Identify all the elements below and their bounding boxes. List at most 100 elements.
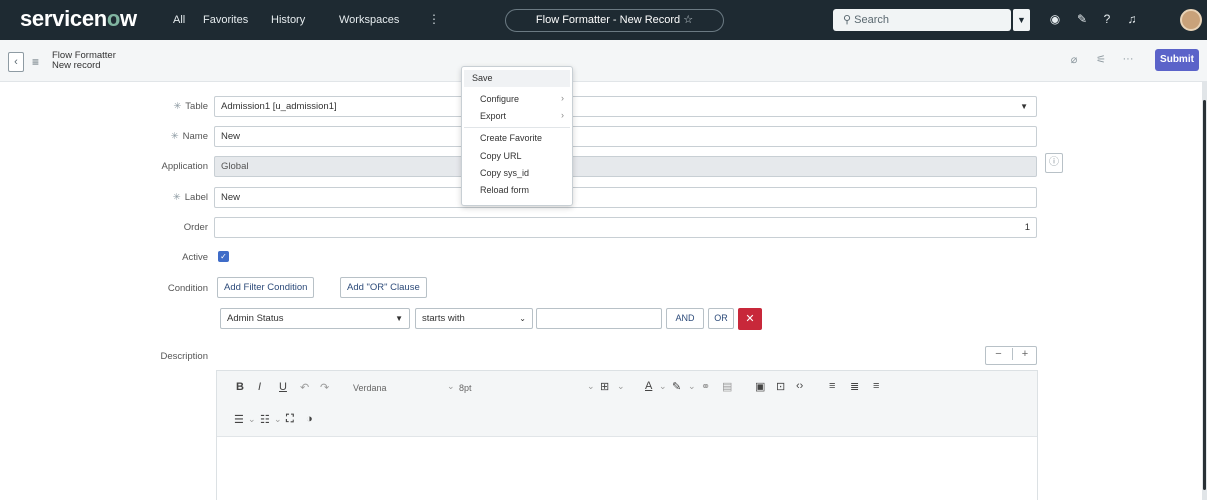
menu-item-create-favorite[interactable]: Create Favorite — [480, 133, 542, 143]
mandatory-icon: ✳ — [172, 192, 181, 203]
undo-icon[interactable]: ↶ — [300, 381, 309, 394]
font-family-select[interactable]: Verdana — [353, 383, 387, 393]
delete-condition-button[interactable]: ✕ — [738, 308, 762, 330]
add-or-clause-button[interactable]: Add "OR" Clause — [340, 277, 427, 298]
mandatory-icon: ✳ — [173, 101, 182, 112]
condition-row: Admin Status ▼ starts with ⌄ AND OR ✕ — [220, 308, 762, 332]
chevron-down-icon: ⌄ — [274, 414, 282, 424]
nav-more-button[interactable]: ⋮ — [428, 12, 440, 26]
align-center-icon[interactable]: ≣ — [850, 380, 859, 393]
chevron-down-icon: ▼ — [1020, 102, 1028, 111]
condition-value-input[interactable] — [536, 308, 662, 329]
condition-operator-select[interactable]: starts with ⌄ — [415, 308, 533, 329]
attachment-icon[interactable]: ⌀ — [1067, 53, 1081, 69]
submit-button[interactable]: Submit — [1155, 49, 1199, 71]
nav-all[interactable]: All — [173, 14, 185, 26]
label-label: ✳ Label — [172, 192, 208, 203]
active-checkbox[interactable]: ✓ — [218, 251, 229, 262]
back-button[interactable]: ‹ — [8, 52, 24, 72]
search-scope-dropdown[interactable]: ▼ — [1013, 9, 1030, 31]
link-icon[interactable]: ⚭ — [701, 380, 710, 393]
add-filter-condition-button[interactable]: Add Filter Condition — [217, 277, 315, 298]
menu-divider — [464, 127, 570, 128]
image-placeholder-icon[interactable]: ▤ — [722, 380, 732, 393]
chevron-down-icon: ⌄ — [519, 314, 526, 323]
editor-resize-controls: − + — [985, 346, 1037, 365]
menu-item-copy-sys-id[interactable]: Copy sys_id — [480, 168, 529, 178]
user-avatar[interactable] — [1180, 9, 1202, 31]
align-left-icon[interactable]: ≡ — [829, 380, 835, 392]
order-label: Order — [183, 222, 208, 233]
insert-media-icon[interactable]: ⊡ — [776, 380, 785, 393]
name-field[interactable]: New — [214, 126, 1037, 147]
chevron-down-icon: ⌄ — [587, 381, 595, 391]
menu-item-reload-form[interactable]: Reload form — [480, 185, 529, 195]
highlight-icon[interactable]: ✎ — [672, 380, 681, 393]
nav-workspaces[interactable]: Workspaces — [339, 14, 399, 26]
name-label: ✳ Name — [170, 131, 208, 142]
chat-icon[interactable]: ✎ — [1074, 11, 1090, 27]
underline-button[interactable]: U — [279, 381, 287, 393]
description-editor[interactable]: B I U ↶ ↷ Verdana ⌄ 8pt ⌄ ⊞ ⌄ A ⌄ ✎ ⌄ ⚭ … — [216, 370, 1038, 500]
condition-label: Condition — [167, 283, 208, 294]
fullscreen-icon[interactable]: ⛶ — [286, 413, 294, 426]
contrast-icon[interactable]: ◑ — [306, 413, 313, 425]
record-title: Flow Formatter - New Record — [535, 14, 681, 26]
mandatory-icon: ✳ — [170, 131, 179, 142]
form-context-menu: Save Configure › Export › Create Favorit… — [461, 66, 573, 206]
chevron-down-icon: ⌄ — [248, 414, 256, 424]
top-navigation-bar: servicenow All Favorites History Workspa… — [0, 0, 1207, 40]
source-code-icon[interactable]: ‹› — [796, 380, 803, 392]
application-field: Global — [214, 156, 1037, 177]
table-label: ✳ Table — [173, 101, 208, 112]
expand-button[interactable]: + — [1012, 348, 1037, 360]
menu-item-configure[interactable]: Configure — [480, 94, 519, 104]
chevron-down-icon: ⌄ — [447, 381, 455, 391]
editor-toolbar: B I U ↶ ↷ Verdana ⌄ 8pt ⌄ ⊞ ⌄ A ⌄ ✎ ⌄ ⚭ … — [217, 371, 1037, 437]
globe-icon[interactable]: ◉ — [1047, 11, 1063, 27]
form-header: ‹ ≡ Flow Formatter New record ⌀ ⚟ ··· Su… — [0, 40, 1207, 82]
chevron-right-icon: › — [561, 110, 564, 120]
form-context-menu-button[interactable]: ≡ — [32, 52, 46, 72]
record-title-pill[interactable]: Flow Formatter - New Record ☆ — [505, 9, 724, 32]
table-icon[interactable]: ⊞ — [600, 380, 609, 393]
help-icon[interactable]: ? — [1099, 11, 1115, 27]
nav-favorites[interactable]: Favorites — [203, 14, 248, 26]
reference-info-icon[interactable]: ⓘ — [1045, 153, 1063, 173]
chevron-down-icon: ⌄ — [617, 381, 625, 391]
chevron-down-icon: ⌄ — [688, 381, 696, 391]
menu-item-save[interactable]: Save — [464, 70, 570, 87]
servicenow-logo[interactable]: servicenow — [20, 6, 137, 32]
order-field[interactable]: 1 — [214, 217, 1037, 238]
global-search-input[interactable]: ⚲ Search — [833, 9, 1011, 31]
menu-item-copy-url[interactable]: Copy URL — [480, 151, 522, 161]
active-label: Active — [182, 252, 208, 263]
description-label: Description — [160, 351, 208, 362]
font-size-select[interactable]: 8pt — [459, 383, 472, 393]
or-button[interactable]: OR — [708, 308, 734, 329]
italic-button[interactable]: I — [258, 381, 261, 393]
bold-button[interactable]: B — [236, 381, 244, 393]
favorite-star-icon[interactable]: ☆ — [683, 14, 693, 26]
text-color-icon[interactable]: A — [645, 380, 652, 392]
collapse-button[interactable]: − — [986, 348, 1011, 360]
align-right-icon[interactable]: ≡ — [873, 380, 879, 392]
chevron-right-icon: › — [561, 93, 564, 103]
notifications-bell-icon[interactable]: ♫ — [1124, 11, 1140, 27]
bullet-list-icon[interactable]: ☰ — [234, 413, 244, 426]
menu-item-export[interactable]: Export — [480, 111, 506, 121]
more-options-icon[interactable]: ··· — [1121, 53, 1135, 69]
insert-image-icon[interactable]: ▣ — [755, 380, 765, 393]
condition-field-select[interactable]: Admin Status ▼ — [220, 308, 410, 329]
numbered-list-icon[interactable]: ☷ — [260, 413, 270, 426]
settings-sliders-icon[interactable]: ⚟ — [1094, 53, 1108, 69]
search-icon: ⚲ — [843, 14, 852, 26]
nav-history[interactable]: History — [271, 14, 305, 26]
chevron-down-icon: ▼ — [395, 314, 403, 323]
and-button[interactable]: AND — [666, 308, 704, 329]
application-label: Application — [161, 161, 208, 172]
page-scrollbar-thumb[interactable] — [1203, 100, 1206, 490]
redo-icon[interactable]: ↷ — [320, 381, 329, 394]
table-field[interactable]: Admission1 [u_admission1] ▼ — [214, 96, 1037, 117]
label-field[interactable]: New — [214, 187, 1037, 208]
